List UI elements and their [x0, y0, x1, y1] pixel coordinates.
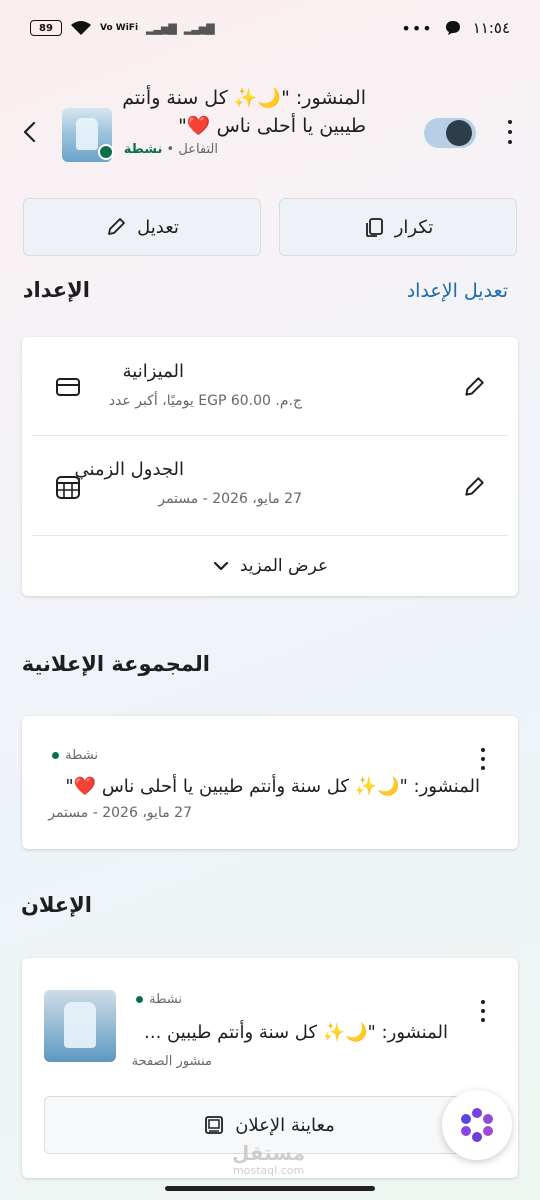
- campaign-meta: التفاعل • نشطة: [124, 142, 218, 157]
- ad-more-icon[interactable]: [480, 1000, 486, 1022]
- repeat-button[interactable]: تكرار: [279, 198, 517, 256]
- active-status-dot: [52, 752, 60, 759]
- copy-icon: [365, 218, 383, 237]
- flower-icon: [461, 1108, 493, 1142]
- ad-type: منشور الصفحة: [131, 1054, 212, 1069]
- home-indicator: [165, 1186, 375, 1191]
- ad-status-label: نشطة: [149, 992, 182, 1007]
- budget-row[interactable]: الميزانية ج.م. EGP 60.00 يوميًا، أكبر عد…: [22, 337, 518, 437]
- calendar-icon: [56, 476, 80, 499]
- network-label: Vo WiFi: [100, 22, 139, 33]
- show-more-label: عرض المزيد: [239, 556, 329, 576]
- ad-set-section-title: المجموعة الإعلانية: [21, 652, 210, 676]
- watermark: مستقل mostaql.com: [232, 1142, 305, 1177]
- chevron-left-icon[interactable]: [20, 120, 40, 144]
- edit-button[interactable]: تعديل: [23, 198, 261, 256]
- more-options-icon[interactable]: [498, 118, 522, 146]
- status-bar: 89 Vo WiFi ▂▃▅▇ ▂▃▅▇ ••• ١١:٥٤: [0, 0, 540, 56]
- ad-set-card[interactable]: نشطة المنشور: "🌙✨ كل سنة وأنتم طيبين يا …: [22, 716, 518, 849]
- credit-card-icon: [56, 378, 80, 396]
- campaign-header: المنشور: "🌙✨ كل سنة وأنتم طيبين يا أحلى …: [0, 80, 540, 180]
- divider: [32, 435, 508, 436]
- ad-set-status: نشطة: [52, 748, 98, 763]
- ad-set-status-label: نشطة: [65, 748, 98, 763]
- preview-ad-label: معاينة الإعلان: [235, 1114, 335, 1136]
- watermark-latin: mostaql.com: [232, 1164, 305, 1177]
- edit-schedule-pencil-icon[interactable]: [462, 475, 486, 499]
- edit-budget-pencil-icon[interactable]: [462, 375, 486, 399]
- status-right: ••• ١١:٥٤: [401, 19, 510, 38]
- ad-section-title: الإعلان: [20, 893, 92, 917]
- clock: ١١:٥٤: [472, 19, 510, 37]
- ad-status: نشطة: [136, 992, 182, 1007]
- ad-set-title: المنشور: "🌙✨ كل سنة وأنتم طيبين يا أحلى …: [65, 776, 480, 797]
- ad-thumbnail: [44, 990, 116, 1062]
- wifi-icon: [71, 21, 91, 35]
- ad-set-meta: 27 مايو، 2026 - مستمر: [48, 805, 192, 821]
- battery-level: 89: [39, 22, 53, 34]
- schedule-subtitle: 27 مايو، 2026 - مستمر: [158, 491, 302, 507]
- show-more-button[interactable]: عرض المزيد: [22, 536, 518, 596]
- setup-title: الإعداد: [22, 278, 90, 302]
- chat-bubble-icon: [445, 21, 460, 35]
- schedule-row[interactable]: الجدول الزمني 27 مايو، 2026 - مستمر: [22, 437, 518, 537]
- battery-icon: 89: [30, 20, 62, 36]
- overflow-dots-icon: •••: [401, 18, 433, 38]
- active-status-dot: [136, 996, 144, 1003]
- toggle-knob: [446, 120, 472, 146]
- setup-card: الميزانية ج.م. EGP 60.00 يوميًا، أكبر عد…: [22, 337, 518, 596]
- schedule-title: الجدول الزمني: [74, 459, 184, 480]
- ad-set-more-icon[interactable]: [480, 748, 486, 770]
- meta-separator: •: [166, 142, 175, 157]
- status-left: 89 Vo WiFi ▂▃▅▇ ▂▃▅▇: [30, 20, 215, 36]
- post-title: المنشور: "🌙✨ كل سنة وأنتم طيبين يا أحلى …: [122, 87, 366, 137]
- ad-title: المنشور: "🌙✨ كل سنة وأنتم طيبين ...: [144, 1022, 448, 1043]
- watermark-arabic: مستقل: [232, 1141, 306, 1165]
- edit-label: تعديل: [137, 216, 179, 238]
- preview-screen-icon: [205, 1116, 224, 1134]
- status-label: نشطة: [123, 142, 163, 157]
- objective-label: التفاعل: [178, 142, 218, 157]
- active-status-dot: [98, 144, 114, 160]
- signal-icon: ▂▃▅▇: [146, 21, 177, 35]
- repeat-label: تكرار: [394, 216, 434, 238]
- pencil-icon: [108, 218, 126, 235]
- campaign-toggle[interactable]: [424, 118, 476, 148]
- budget-title: الميزانية: [122, 361, 184, 382]
- signal-icon-2: ▂▃▅▇: [183, 21, 215, 35]
- edit-setup-link[interactable]: تعديل الإعداد: [407, 280, 508, 302]
- chevron-down-icon: [213, 561, 228, 571]
- budget-subtitle: ج.م. EGP 60.00 يوميًا، أكبر عدد: [108, 393, 302, 409]
- meta-ai-fab[interactable]: [442, 1090, 512, 1160]
